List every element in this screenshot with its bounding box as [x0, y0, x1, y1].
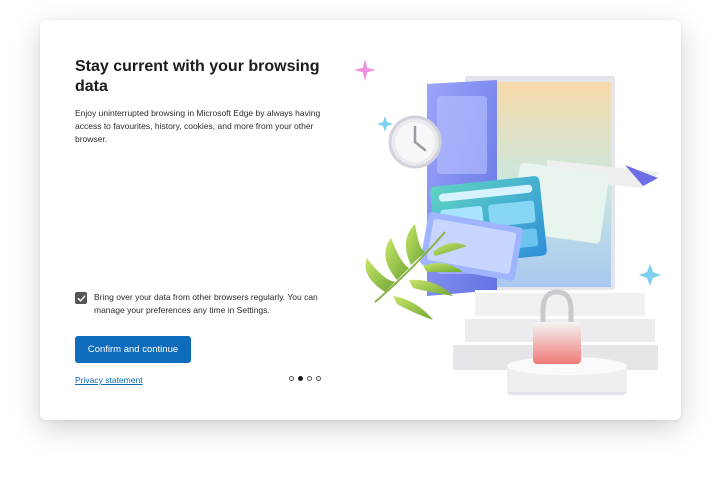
page-dot[interactable] [289, 376, 294, 381]
import-checkbox[interactable] [75, 292, 87, 304]
checkmark-icon [77, 294, 85, 302]
page-dot-active[interactable] [298, 376, 303, 381]
page-dot[interactable] [307, 376, 312, 381]
dialog-title: Stay current with your browsing data [75, 58, 320, 95]
welcome-dialog: Stay current with your browsing data Enj… [40, 20, 681, 420]
sync-data-illustration [354, 60, 661, 395]
pagination-dots [289, 376, 321, 381]
import-checkbox-row[interactable]: Bring over your data from other browsers… [75, 291, 335, 317]
import-checkbox-label: Bring over your data from other browsers… [94, 292, 318, 315]
page-dot[interactable] [316, 376, 321, 381]
privacy-statement-link[interactable]: Privacy statement [75, 375, 143, 385]
confirm-continue-button[interactable]: Confirm and continue [75, 336, 191, 363]
dialog-description: Enjoy uninterrupted browsing in Microsof… [75, 108, 321, 144]
